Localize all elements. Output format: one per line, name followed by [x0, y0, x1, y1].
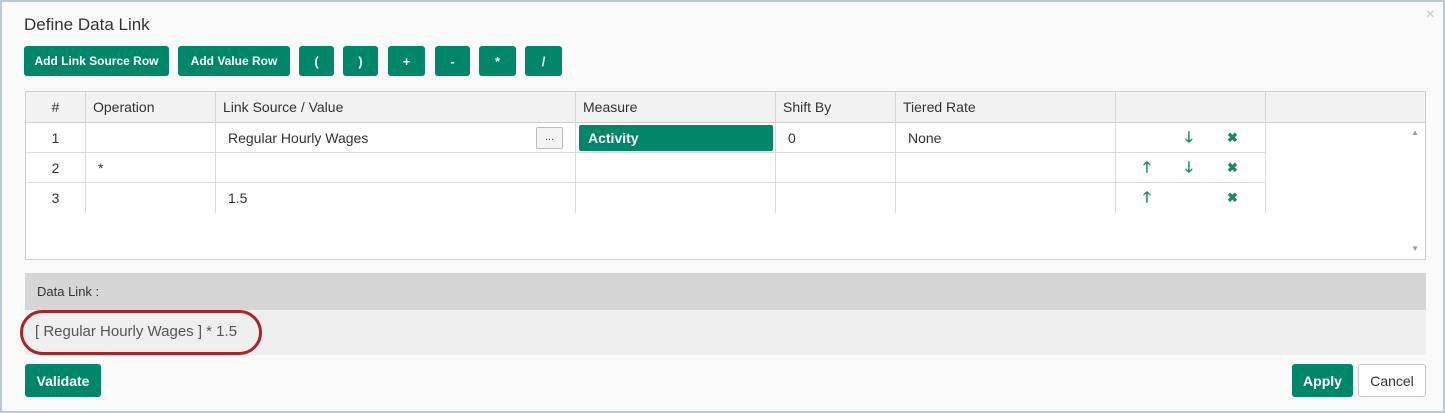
dialog-title: Define Data Link — [24, 15, 150, 34]
table-row[interactable]: 2 * 🡑 🡓 ✖ — [26, 153, 1266, 183]
column-header-actions — [1116, 92, 1266, 123]
column-header-link-source[interactable]: Link Source / Value — [216, 92, 576, 123]
row-number: 1 — [26, 123, 86, 153]
operation-cell[interactable] — [86, 183, 216, 213]
multiply-button[interactable]: * — [479, 46, 516, 76]
link-source-cell[interactable]: Regular Hourly Wages ... — [216, 123, 576, 153]
link-source-cell[interactable]: 1.5 — [216, 183, 576, 213]
data-link-grid: # Operation Link Source / Value Measure … — [25, 91, 1426, 260]
browse-button[interactable]: ... — [536, 127, 563, 149]
arrow-down-icon[interactable]: 🡓 — [1185, 153, 1193, 183]
open-paren-button[interactable]: ( — [299, 46, 334, 76]
data-link-label: Data Link : — [25, 273, 1426, 310]
add-value-row-button[interactable]: Add Value Row — [178, 46, 290, 76]
apply-button[interactable]: Apply — [1292, 364, 1353, 397]
measure-value[interactable]: Activity — [579, 125, 773, 151]
minus-button[interactable]: - — [435, 46, 470, 76]
measure-cell[interactable] — [576, 183, 776, 213]
validate-button[interactable]: Validate — [25, 364, 101, 397]
close-icon[interactable]: ✖ — [1227, 183, 1238, 213]
operation-cell[interactable] — [86, 123, 216, 153]
tiered-rate-cell[interactable] — [896, 183, 1116, 213]
close-icon[interactable]: ✖ — [1227, 123, 1238, 153]
column-header-tiered-rate[interactable]: Tiered Rate — [896, 92, 1116, 123]
divide-button[interactable]: / — [525, 46, 562, 76]
column-header-measure[interactable]: Measure — [576, 92, 776, 123]
row-number: 2 — [26, 153, 86, 183]
arrow-up-icon[interactable]: 🡑 — [1143, 183, 1151, 213]
plus-button[interactable]: + — [388, 46, 425, 76]
shift-by-cell[interactable] — [776, 183, 896, 213]
row-actions: 🡓 ✖ — [1116, 123, 1266, 153]
data-link-formula-panel: [ Regular Hourly Wages ] * 1.5 — [25, 310, 1426, 355]
data-link-formula: [ Regular Hourly Wages ] * 1.5 — [35, 323, 238, 340]
link-source-cell[interactable] — [216, 153, 576, 183]
column-header-shift-by[interactable]: Shift By — [776, 92, 896, 123]
column-header-number[interactable]: # — [26, 92, 86, 123]
define-data-link-dialog: Define Data Link × Add Link Source Row A… — [0, 0, 1445, 413]
table-row[interactable]: 1 Regular Hourly Wages ... Activity 0 No… — [26, 123, 1266, 153]
row-actions: 🡑 🡓 ✖ — [1116, 153, 1266, 183]
grid-header: # Operation Link Source / Value Measure … — [26, 92, 1425, 123]
tiered-rate-cell[interactable]: None — [896, 123, 1116, 153]
shift-by-cell[interactable]: 0 — [776, 123, 896, 153]
row-number: 3 — [26, 183, 86, 213]
close-paren-button[interactable]: ) — [343, 46, 378, 76]
cancel-button[interactable]: Cancel — [1358, 364, 1426, 397]
add-link-source-row-button[interactable]: Add Link Source Row — [24, 46, 169, 76]
close-icon[interactable]: ✖ — [1227, 153, 1238, 183]
measure-cell[interactable]: Activity — [576, 123, 776, 153]
arrow-up-icon[interactable]: 🡑 — [1143, 153, 1151, 183]
scroll-down-icon[interactable]: ▼ — [1411, 244, 1419, 253]
measure-cell[interactable] — [576, 153, 776, 183]
arrow-down-icon[interactable]: 🡓 — [1185, 123, 1193, 153]
table-row[interactable]: 3 1.5 🡑 ✖ — [26, 183, 1266, 213]
link-source-value: Regular Hourly Wages — [228, 130, 369, 146]
row-actions: 🡑 ✖ — [1116, 183, 1266, 213]
column-header-operation[interactable]: Operation — [86, 92, 216, 123]
tiered-rate-cell[interactable] — [896, 153, 1116, 183]
close-icon[interactable]: × — [1426, 6, 1435, 24]
operation-cell[interactable]: * — [86, 153, 216, 183]
scroll-up-icon[interactable]: ▲ — [1411, 128, 1419, 137]
shift-by-cell[interactable] — [776, 153, 896, 183]
